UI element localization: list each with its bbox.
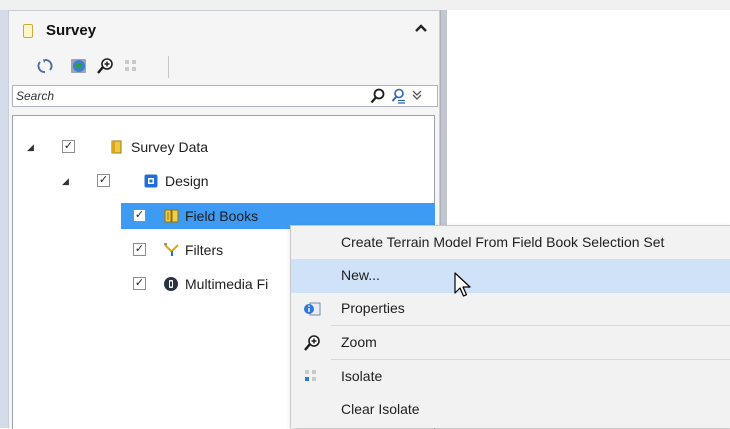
menu-item-isolate[interactable]: Isolate [291,360,730,394]
checkbox-multimedia[interactable]: ✓ [133,277,146,290]
tree-item-label: Filters [185,242,224,258]
toolbar-separator [168,56,169,78]
tree-item-filters[interactable]: ✓ Filters [121,237,301,263]
checkbox-design[interactable]: ✓ [97,174,110,187]
isolate-icon[interactable] [120,55,142,77]
zoom-icon [303,334,321,352]
checkbox-filters[interactable]: ✓ [133,243,146,256]
menu-item-label: Create Terrain Model From Field Book Sel… [341,234,665,250]
chevron-up-icon[interactable] [413,21,429,37]
design-icon [143,173,159,189]
tree-item-survey-data[interactable]: ◢ ✓ Survey Data [13,134,433,160]
top-strip [0,0,730,10]
checkbox-survey-data[interactable]: ✓ [62,140,75,153]
menu-item-create-terrain[interactable]: Create Terrain Model From Field Book Sel… [291,226,730,260]
left-border [0,10,8,428]
menu-item-new[interactable]: New... [291,259,730,293]
tree-item-multimedia[interactable]: ✓ Multimedia Fi [121,271,301,297]
multimedia-icon [163,276,179,292]
field-books-icon [163,208,179,224]
properties-icon [303,300,321,318]
tree-item-design[interactable]: ◢ ✓ Design [13,168,433,194]
refresh-icon[interactable] [34,55,56,77]
menu-item-properties[interactable]: Properties [291,292,730,326]
tree-item-label: Design [165,173,209,189]
menu-item-label: Clear Isolate [341,401,420,417]
globe-icon[interactable] [68,55,90,77]
isolate-icon [303,368,321,386]
search-options-icon[interactable] [390,88,406,104]
search-icon[interactable] [370,88,386,104]
zoom-icon[interactable] [94,55,116,77]
menu-item-zoom[interactable]: Zoom [291,326,730,360]
menu-item-label: New... [341,267,380,283]
checkbox-field-books[interactable]: ✓ [133,209,146,222]
context-menu: Create Terrain Model From Field Book Sel… [290,225,730,428]
survey-data-icon [109,139,125,155]
expand-triangle-icon[interactable]: ◢ [62,176,72,186]
toolbar [12,53,438,81]
menu-item-label: Zoom [341,334,377,350]
menu-item-clear-isolate[interactable]: Clear Isolate [291,393,730,427]
tree-item-label: Multimedia Fi [185,276,269,292]
tree-item-label: Survey Data [131,139,209,155]
panel-title: Survey [46,22,97,39]
search-input[interactable] [16,87,336,105]
survey-icon [23,24,33,38]
mouse-cursor-icon [453,272,473,300]
tree-item-label: Field Books [185,208,259,224]
menu-item-label: Isolate [341,368,383,384]
expand-triangle-icon[interactable]: ◢ [27,142,37,152]
menu-item-label: Properties [341,300,405,316]
search-bar [12,85,438,107]
double-chevron-down-icon[interactable] [411,88,425,104]
filters-icon [163,242,179,258]
panel-header[interactable]: Survey [9,11,439,49]
